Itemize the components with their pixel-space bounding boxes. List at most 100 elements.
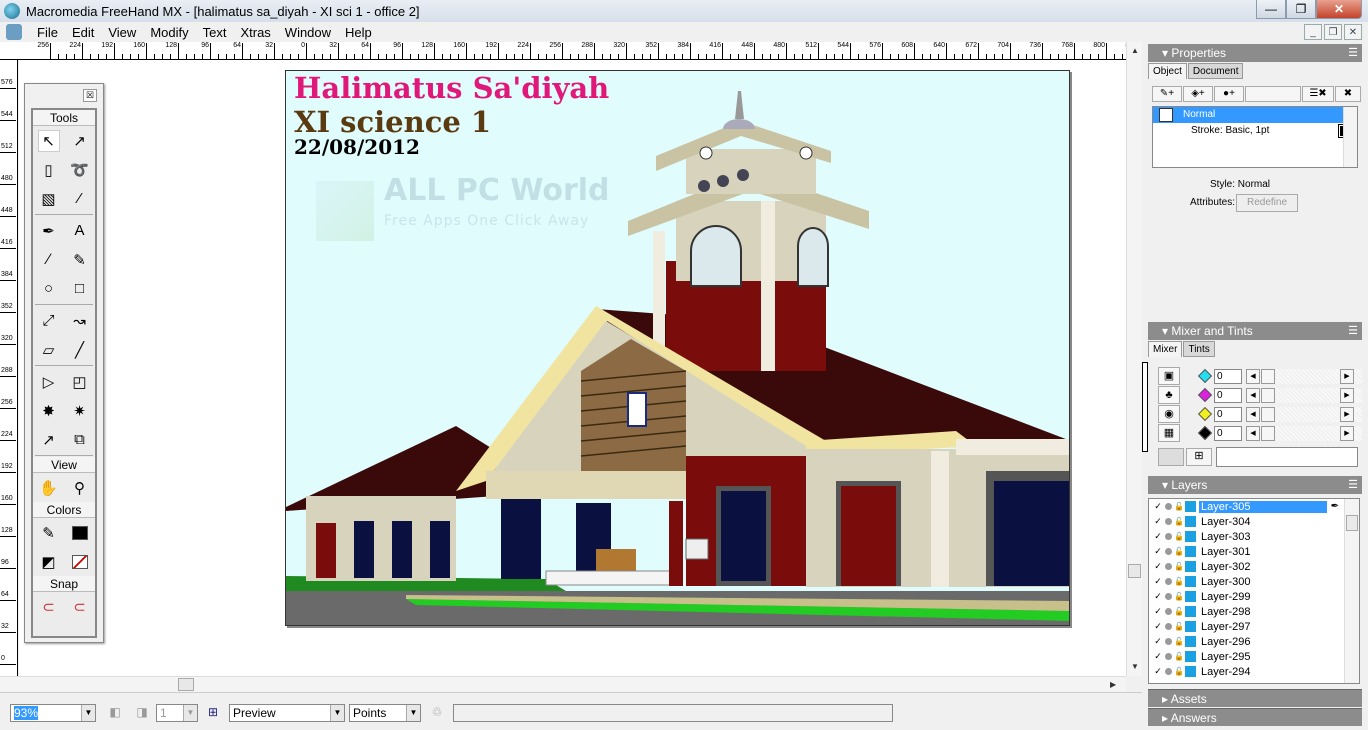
document-icon[interactable] [6,24,22,40]
tab-tints[interactable]: Tints [1183,341,1215,357]
layer-row[interactable]: ✓ 🔓 Layer-298 [1149,604,1359,619]
close-button[interactable]: ✕ [1316,0,1362,19]
perspective-tool-icon[interactable]: ◰ [69,371,91,393]
slider-thumb[interactable] [1261,369,1275,384]
text-tool-icon[interactable]: A [69,220,91,242]
menu-file[interactable]: File [30,25,65,40]
preview-mode-icon[interactable] [1165,653,1172,660]
horizontal-scrollbar[interactable]: ▶ [0,676,1126,692]
visibility-check-icon[interactable]: ✓ [1153,621,1163,632]
trace-tool-icon[interactable]: ▧ [38,188,60,210]
zoom-dropdown-icon[interactable]: ▼ [81,705,95,721]
yellow-value-input[interactable]: 0 [1214,407,1242,422]
attributes-list[interactable]: Normal Stroke: Basic, 1pt [1152,106,1358,168]
units-select[interactable]: Points ▼ [349,704,421,722]
layer-row[interactable]: ✓ 🔓 Layer-304 [1149,514,1359,529]
layers-panel-header[interactable]: ▾ Layers ☰ [1148,476,1362,494]
visibility-check-icon[interactable]: ✓ [1153,546,1163,557]
slider-left-arrow-icon[interactable]: ◀ [1246,407,1260,422]
add-to-tints-icon[interactable]: ⊞ [1186,448,1212,466]
visibility-check-icon[interactable]: ✓ [1153,606,1163,617]
add-fill-icon[interactable]: ◈+ [1183,86,1213,102]
menu-modify[interactable]: Modify [143,25,195,40]
add-to-swatches-icon[interactable] [1158,448,1184,466]
connector-tool-icon[interactable]: ⧉ [69,429,91,451]
graphic-hose-tool-icon[interactable]: ✸ [38,400,60,422]
magenta-slider[interactable]: ◀ ▶ [1246,388,1362,403]
view-mode-select[interactable]: Preview ▼ [229,704,345,722]
minimize-button[interactable]: — [1256,0,1286,19]
view-mode-dropdown-icon[interactable]: ▼ [330,705,344,721]
rectangle-tool-icon[interactable]: □ [69,278,91,300]
slider-right-arrow-icon[interactable]: ▶ [1340,388,1354,403]
next-page-icon[interactable]: ◨ [135,705,149,721]
scale-tool-icon[interactable]: ⤢ [38,310,60,332]
slider-thumb[interactable] [1261,426,1275,441]
visibility-check-icon[interactable]: ✓ [1153,591,1163,602]
pencil-tool-icon[interactable]: ✎ [69,249,91,271]
visibility-check-icon[interactable]: ✓ [1153,651,1163,662]
layer-row[interactable]: ✓ 🔓 Layer-300 [1149,574,1359,589]
menu-help[interactable]: Help [338,25,379,40]
layer-color-swatch[interactable] [1185,576,1196,587]
scroll-down-arrow-icon[interactable]: ▼ [1131,662,1139,671]
unlock-icon[interactable]: 🔓 [1174,502,1184,511]
layer-color-swatch[interactable] [1185,636,1196,647]
attribute-normal[interactable]: Normal [1153,107,1357,123]
link-tool-icon[interactable]: ↗ [38,429,60,451]
color-preview-well[interactable] [1216,447,1358,467]
preview-mode-icon[interactable] [1165,503,1172,510]
attribute-stroke[interactable]: Stroke: Basic, 1pt [1153,123,1357,139]
slider-left-arrow-icon[interactable]: ◀ [1246,369,1260,384]
menu-view[interactable]: View [101,25,143,40]
preview-mode-icon[interactable] [1165,563,1172,570]
add-stroke-icon[interactable]: ✎+ [1152,86,1182,102]
tab-mixer[interactable]: Mixer [1148,341,1183,357]
menu-window[interactable]: Window [278,25,338,40]
unlock-icon[interactable]: 🔓 [1174,577,1184,586]
eyedropper-tool-icon[interactable]: ⁄ [69,188,91,210]
unlock-icon[interactable]: 🔓 [1174,607,1184,616]
date-heading[interactable]: 22/08/2012 [294,135,420,159]
attributes-scrollbar[interactable] [1343,107,1357,167]
slider-left-arrow-icon[interactable]: ◀ [1246,426,1260,441]
fill-color-swatch[interactable] [69,551,91,573]
preview-mode-icon[interactable] [1165,518,1172,525]
subselect-tool-icon[interactable]: ↗ [69,130,91,152]
visibility-check-icon[interactable]: ✓ [1153,516,1163,527]
add-page-icon[interactable]: ⊞ [206,705,220,721]
toolbox-close-icon[interactable]: ☒ [83,89,97,102]
doc-close-button[interactable]: ✕ [1344,24,1362,40]
maximize-button[interactable]: ❐ [1286,0,1316,19]
visibility-check-icon[interactable]: ✓ [1153,531,1163,542]
properties-panel-header[interactable]: ▾ Properties ☰ [1148,44,1362,62]
pen-tool-icon[interactable]: ✒ [38,220,60,242]
preview-mode-icon[interactable] [1165,548,1172,555]
yellow-slider[interactable]: ◀ ▶ [1246,407,1362,422]
black-value-input[interactable]: 0 [1214,426,1242,441]
name-heading[interactable]: Halimatus Sa'diyah [294,71,609,105]
horizontal-scroll-thumb[interactable] [178,678,194,691]
slider-thumb[interactable] [1261,388,1275,403]
visibility-check-icon[interactable]: ✓ [1153,561,1163,572]
mixer-panel-header[interactable]: ▾ Mixer and Tints ☰ [1148,322,1362,340]
vertical-scroll-thumb[interactable] [1128,564,1141,578]
preview-mode-icon[interactable] [1165,533,1172,540]
redefine-button[interactable]: Redefine [1236,194,1298,212]
extrude-tool-icon[interactable]: ▷ [38,371,60,393]
visibility-check-icon[interactable]: ✓ [1153,576,1163,587]
spray-tool-icon[interactable]: ✷ [69,400,91,422]
visibility-check-icon[interactable]: ✓ [1153,666,1163,677]
unlock-icon[interactable]: 🔓 [1174,592,1184,601]
slider-thumb[interactable] [1261,407,1275,422]
menu-edit[interactable]: Edit [65,25,101,40]
layer-row[interactable]: ✓ 🔓 Layer-305 ✒ [1149,499,1359,514]
remove-attributes-icon[interactable]: ☰✖ [1302,86,1334,102]
document-page[interactable]: Halimatus Sa'diyah XI science 1 22/08/20… [285,70,1070,626]
layer-color-swatch[interactable] [1185,546,1196,557]
unlock-icon[interactable]: 🔓 [1174,622,1184,631]
cyan-slider[interactable]: ◀ ▶ [1246,369,1362,384]
layer-row[interactable]: ✓ 🔓 Layer-297 [1149,619,1359,634]
menu-xtras[interactable]: Xtras [233,25,277,40]
layer-row[interactable]: ✓ 🔓 Layer-296 [1149,634,1359,649]
